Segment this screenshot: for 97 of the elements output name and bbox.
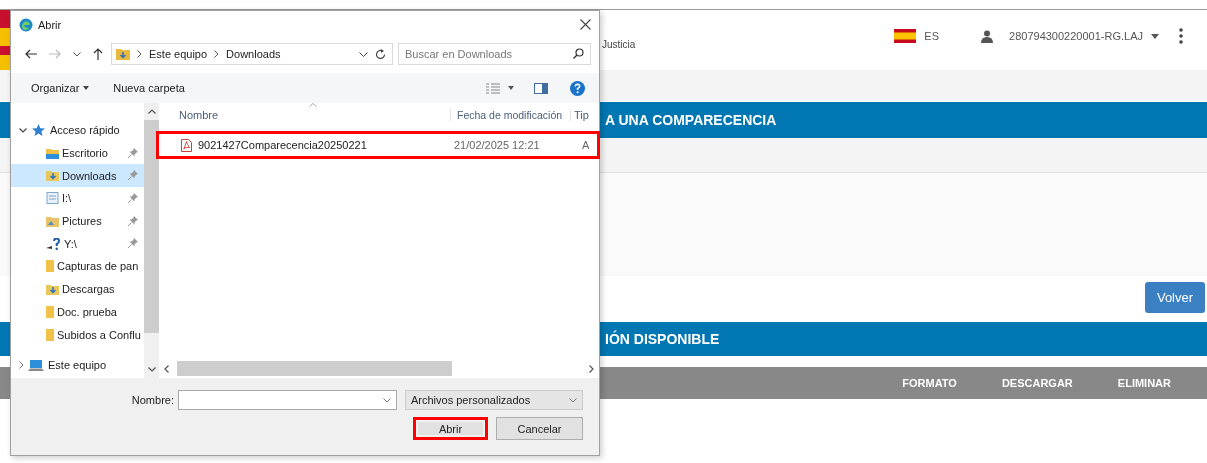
cancel-button[interactable]: Cancelar xyxy=(496,417,583,440)
tree-label: Doc. prueba xyxy=(57,305,117,318)
sort-caret-icon xyxy=(309,103,317,107)
tree-label: Acceso rápido xyxy=(50,124,120,137)
column-header: FORMATO xyxy=(902,377,957,389)
tree-item[interactable]: Este equipo xyxy=(11,353,144,377)
chevron-right-icon[interactable] xyxy=(19,361,24,370)
more-options-icon[interactable] xyxy=(1179,28,1183,44)
organize-menu[interactable]: Organizar xyxy=(31,82,90,94)
tree-item[interactable]: Descargas xyxy=(11,277,144,301)
scroll-right-icon[interactable] xyxy=(589,364,594,373)
pin-icon[interactable] xyxy=(128,215,138,226)
up-arrow-icon[interactable] xyxy=(93,48,103,60)
caret-icon xyxy=(83,86,90,90)
address-bar[interactable]: Este equipo Downloads xyxy=(111,43,393,65)
language-selector[interactable]: ES xyxy=(924,30,940,42)
file-type-value: Archivos personalizados xyxy=(411,394,531,406)
column-header[interactable]: Tip xyxy=(570,109,589,121)
open-button[interactable]: Abrir xyxy=(413,417,488,440)
computer-icon xyxy=(28,359,44,371)
scroll-up-icon[interactable] xyxy=(147,109,156,114)
pin-icon[interactable] xyxy=(128,238,138,249)
column-header[interactable]: Fecha de modificación xyxy=(450,109,563,121)
folder-icon xyxy=(46,305,54,318)
spain-flag-icon xyxy=(894,29,917,43)
tree-item[interactable]: Subidos a Conflu xyxy=(11,323,144,346)
caret-icon[interactable] xyxy=(508,86,514,90)
site-name: Justicia xyxy=(602,38,636,50)
tree-item[interactable]: Escritorio xyxy=(11,141,144,165)
caret-icon xyxy=(1151,33,1159,39)
pin-icon[interactable] xyxy=(128,193,138,204)
folder-icon xyxy=(46,260,54,273)
new-folder-button[interactable]: Nueva carpeta xyxy=(113,82,185,94)
file-row[interactable]: 9021427Comparecencia20250221 21/02/2025 12:21 A xyxy=(157,132,599,158)
desktop-folder-icon xyxy=(46,147,59,159)
tree-label: Pictures xyxy=(62,215,102,228)
drive-icon xyxy=(46,192,59,205)
user-icon xyxy=(981,29,994,43)
section-title: IÓN DISPONIBLE xyxy=(605,331,720,347)
vertical-scrollbar[interactable] xyxy=(144,103,159,378)
tree-item[interactable]: Capturas de pan xyxy=(11,255,144,278)
column-header: DESCARGAR xyxy=(1001,377,1073,389)
chevron-down-icon[interactable] xyxy=(73,51,81,57)
chevron-down-icon[interactable] xyxy=(19,127,27,133)
star-icon xyxy=(32,124,45,137)
pdf-file-icon xyxy=(181,138,192,152)
filename-field[interactable] xyxy=(178,390,397,410)
tree-item[interactable]: Downloads xyxy=(11,164,144,188)
download-folder-icon xyxy=(46,170,59,182)
chevron-down-icon xyxy=(383,397,391,403)
tree-item[interactable]: Acceso rápido xyxy=(11,119,144,142)
pin-icon[interactable] xyxy=(128,147,138,158)
browser-icon xyxy=(19,17,33,32)
file-date: 21/02/2025 12:21 xyxy=(454,139,540,151)
tree-label: Y:\ xyxy=(64,237,77,250)
chevron-right-icon xyxy=(137,50,142,58)
tree-item[interactable]: Pictures xyxy=(11,209,144,233)
scroll-left-icon[interactable] xyxy=(164,364,169,373)
logo-stripe xyxy=(0,10,10,70)
download-folder-icon xyxy=(46,283,59,295)
tree-label: Escritorio xyxy=(62,147,108,160)
tree-label: Subidos a Conflu xyxy=(57,328,141,341)
file-name: 9021427Comparecencia20250221 xyxy=(198,139,367,151)
tree-item[interactable]: Y:\ xyxy=(11,232,144,256)
tree-label: I:\ xyxy=(62,192,72,205)
tree-item[interactable]: I:\ xyxy=(11,187,144,210)
column-header: ELIMINAR xyxy=(1117,377,1171,389)
chevron-right-icon xyxy=(214,50,220,58)
breadcrumb-item[interactable]: Este equipo xyxy=(149,48,208,60)
tree-label: Este equipo xyxy=(48,359,107,372)
refresh-icon[interactable] xyxy=(375,48,386,60)
column-header[interactable]: Nombre xyxy=(179,109,219,121)
search-field[interactable]: Buscar en Downloads xyxy=(398,43,591,65)
filename-label: Nombre: xyxy=(130,394,174,406)
dialog-title: Abrir xyxy=(38,18,62,31)
pictures-folder-icon xyxy=(46,215,59,227)
tree-label: Downloads xyxy=(62,169,117,182)
chevron-down-icon[interactable] xyxy=(359,51,368,57)
folder-icon xyxy=(46,328,54,341)
tree-label: Descargas xyxy=(62,283,115,296)
section-title: A UNA COMPARECENCIA xyxy=(605,112,777,128)
user-menu[interactable]: 280794300220001-RG.LAJ xyxy=(1009,30,1143,42)
close-icon[interactable] xyxy=(580,19,591,30)
search-icon xyxy=(573,48,584,59)
breadcrumb-item[interactable]: Downloads xyxy=(226,48,281,60)
file-type: A xyxy=(582,139,590,151)
tree-item[interactable]: Doc. prueba xyxy=(11,300,144,324)
back-arrow-icon[interactable] xyxy=(25,49,37,59)
scroll-down-icon[interactable] xyxy=(147,367,156,372)
download-folder-icon xyxy=(116,48,130,60)
preview-pane-icon[interactable] xyxy=(534,82,548,94)
chevron-down-icon xyxy=(569,397,577,403)
tree-label: Capturas de pan xyxy=(57,260,139,273)
back-button[interactable]: Volver xyxy=(1145,282,1205,313)
network-drive-icon xyxy=(46,237,61,250)
file-type-dropdown[interactable]: Archivos personalizados xyxy=(405,390,583,410)
help-icon[interactable] xyxy=(570,80,585,96)
